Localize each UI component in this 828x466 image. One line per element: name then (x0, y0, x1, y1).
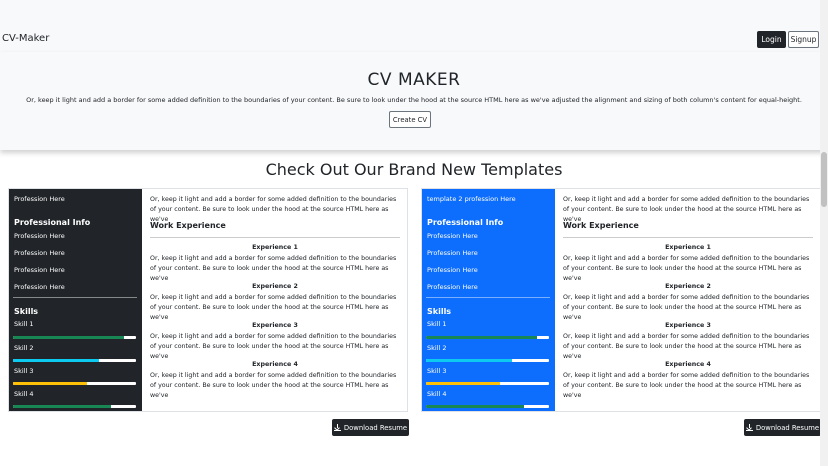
experience-text: Or, keep it light and add a border for s… (563, 294, 810, 321)
experience-title: Experience 1 (665, 244, 711, 251)
professional-info-title: Professional Info (427, 218, 504, 227)
skill-bar-fill (13, 336, 124, 339)
experience-text: Or, keep it light and add a border for s… (563, 372, 810, 399)
experience-text: Or, keep it light and add a border for s… (563, 255, 810, 282)
experience-title: Experience 4 (252, 361, 298, 368)
skill-label: Skill 4 (14, 390, 34, 398)
experience-text: Or, keep it light and add a border for s… (150, 333, 397, 360)
skill-bar-fill (426, 359, 513, 362)
profession-item: Profession Here (14, 249, 65, 257)
skill-bar (13, 405, 136, 408)
profession-item: Profession Here (14, 283, 65, 291)
skill-label: Skill 3 (14, 367, 34, 375)
skills-title: Skills (14, 307, 39, 316)
experience-title: Experience 2 (665, 283, 711, 290)
work-experience-title: Work Experience (563, 221, 639, 230)
experience-title: Experience 3 (252, 322, 298, 329)
experience-title: Experience 3 (665, 322, 711, 329)
top-strip (0, 0, 828, 27)
skill-bar-fill (13, 405, 112, 408)
experience-text: Or, keep it light and add a border for s… (563, 333, 810, 360)
skill-label: Skill 3 (427, 367, 447, 375)
experience-text: Or, keep it light and add a border for s… (150, 372, 397, 399)
skill-bar (426, 405, 549, 408)
download-icon (745, 424, 753, 431)
sidebar-divider (13, 297, 137, 298)
skill-bar-fill (426, 336, 537, 339)
skill-bar (13, 336, 136, 339)
skill-bar (426, 359, 549, 362)
skill-label: Skill 1 (14, 320, 34, 328)
skill-bar (13, 359, 136, 362)
skills-title: Skills (427, 307, 452, 316)
signup-button[interactable]: Signup (788, 31, 819, 48)
create-cv-button[interactable]: Create CV (389, 111, 431, 128)
hero-section: CV MAKER Or, keep it light and add a bor… (0, 52, 828, 150)
cv-sidebar: template 2 profession Here Professional … (422, 189, 555, 411)
skill-label: Skill 1 (427, 320, 447, 328)
work-experience-title: Work Experience (150, 221, 226, 230)
profession-item: Profession Here (427, 283, 478, 291)
experience-text: Or, keep it light and add a border for s… (150, 255, 397, 282)
sidebar-divider (426, 297, 550, 298)
profession-item: Profession Here (14, 266, 65, 274)
divider (563, 237, 813, 238)
skill-bar-fill (426, 382, 500, 385)
divider (150, 237, 400, 238)
download-resume-button[interactable]: Download Resume (744, 419, 821, 436)
download-resume-label: Download Resume (343, 423, 408, 432)
skill-bar (13, 382, 136, 385)
hero-title: CV MAKER (367, 70, 461, 90)
experience-title: Experience 1 (252, 244, 298, 251)
profession-top: template 2 profession Here (427, 195, 516, 203)
templates-title: Check Out Our Brand New Templates (265, 160, 563, 179)
skill-label: Skill 4 (427, 390, 447, 398)
hero-description: Or, keep it light and add a border for s… (26, 96, 802, 104)
experience-title: Experience 4 (665, 361, 711, 368)
profession-top: Profession Here (14, 195, 65, 203)
scrollbar-thumb[interactable] (821, 152, 827, 207)
download-resume-label: Download Resume (755, 423, 820, 432)
skill-label: Skill 2 (14, 344, 34, 352)
brand-logo[interactable]: CV-Maker (2, 33, 49, 44)
professional-info-title: Professional Info (14, 218, 91, 227)
scrollbar-track[interactable] (820, 0, 828, 466)
skill-bar-fill (426, 405, 525, 408)
login-button[interactable]: Login (757, 31, 786, 48)
template-card-2: template 2 profession Here Professional … (421, 188, 821, 412)
template-card-1: Profession Here Professional Info Profes… (8, 188, 408, 412)
cv-main: Or, keep it light and add a border for s… (563, 189, 815, 411)
experience-title: Experience 2 (252, 283, 298, 290)
profession-item: Profession Here (427, 249, 478, 257)
cv-main: Or, keep it light and add a border for s… (150, 189, 402, 411)
skill-bar-fill (13, 359, 100, 362)
skill-bar-fill (13, 382, 87, 385)
navbar: CV-Maker Login Signup (0, 27, 828, 52)
profession-item: Profession Here (427, 266, 478, 274)
profession-item: Profession Here (427, 232, 478, 240)
download-resume-button[interactable]: Download Resume (332, 419, 409, 436)
skill-label: Skill 2 (427, 344, 447, 352)
cv-sidebar: Profession Here Professional Info Profes… (9, 189, 142, 411)
skill-bar (426, 336, 549, 339)
profession-item: Profession Here (14, 232, 65, 240)
skill-bar (426, 382, 549, 385)
experience-text: Or, keep it light and add a border for s… (150, 294, 397, 321)
download-icon (333, 424, 341, 431)
